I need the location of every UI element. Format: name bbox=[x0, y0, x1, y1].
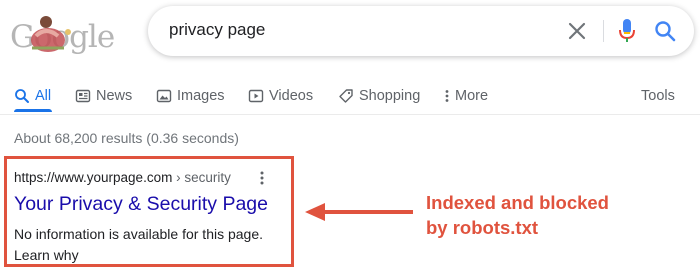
search-box[interactable]: privacy page bbox=[148, 6, 694, 56]
news-icon bbox=[75, 89, 91, 103]
tab-videos[interactable]: Videos bbox=[248, 85, 313, 107]
learn-why-link[interactable]: Learn why bbox=[14, 247, 79, 263]
active-tab-indicator bbox=[14, 109, 52, 112]
google-doodle-logo[interactable]: Google bbox=[6, 10, 115, 56]
search-icon bbox=[15, 89, 29, 103]
annotation-line-1: Indexed and blocked bbox=[426, 192, 609, 213]
result-stats: About 68,200 results (0.36 seconds) bbox=[14, 130, 239, 146]
tools-label: Tools bbox=[641, 88, 675, 104]
search-divider bbox=[603, 20, 604, 42]
tab-images[interactable]: Images bbox=[156, 85, 225, 107]
result-snippet: No information is available for this pag… bbox=[14, 226, 264, 242]
result-url-breadcrumb: › security bbox=[172, 170, 231, 185]
microphone-icon[interactable] bbox=[617, 18, 637, 44]
tab-label: Videos bbox=[269, 88, 314, 104]
result-title-link[interactable]: Your Privacy & Security Page bbox=[14, 193, 268, 216]
tab-shopping[interactable]: Shopping bbox=[338, 85, 420, 107]
tab-label: All bbox=[35, 88, 52, 104]
tag-icon bbox=[339, 89, 353, 103]
tab-label: Images bbox=[177, 88, 225, 104]
video-icon bbox=[248, 89, 264, 103]
annotation-text: Indexed and blocked by robots.txt bbox=[426, 190, 686, 240]
tab-more[interactable]: More bbox=[444, 85, 488, 107]
search-tabs: All News Images Videos Shopping More Too… bbox=[0, 80, 700, 114]
image-icon bbox=[156, 89, 172, 103]
doodle-figure-icon bbox=[31, 16, 71, 52]
close-icon[interactable] bbox=[566, 20, 588, 42]
tabs-divider bbox=[0, 114, 700, 115]
tab-label: Shopping bbox=[359, 88, 421, 104]
tab-all[interactable]: All bbox=[14, 85, 51, 107]
tab-news[interactable]: News bbox=[75, 85, 132, 107]
more-vert-icon bbox=[445, 90, 449, 102]
search-icon[interactable] bbox=[653, 19, 677, 43]
result-url[interactable]: https://www.yourpage.com › security bbox=[14, 170, 231, 185]
annotation-line-2: by robots.txt bbox=[426, 217, 539, 238]
search-input[interactable]: privacy page bbox=[169, 20, 265, 40]
tab-label: News bbox=[96, 88, 133, 104]
tab-label: More bbox=[455, 88, 489, 104]
result-url-domain: https://www.yourpage.com bbox=[14, 170, 173, 185]
annotation-arrow-icon bbox=[305, 203, 413, 221]
tools-button[interactable]: Tools bbox=[641, 85, 675, 107]
result-options-icon[interactable] bbox=[258, 170, 266, 186]
